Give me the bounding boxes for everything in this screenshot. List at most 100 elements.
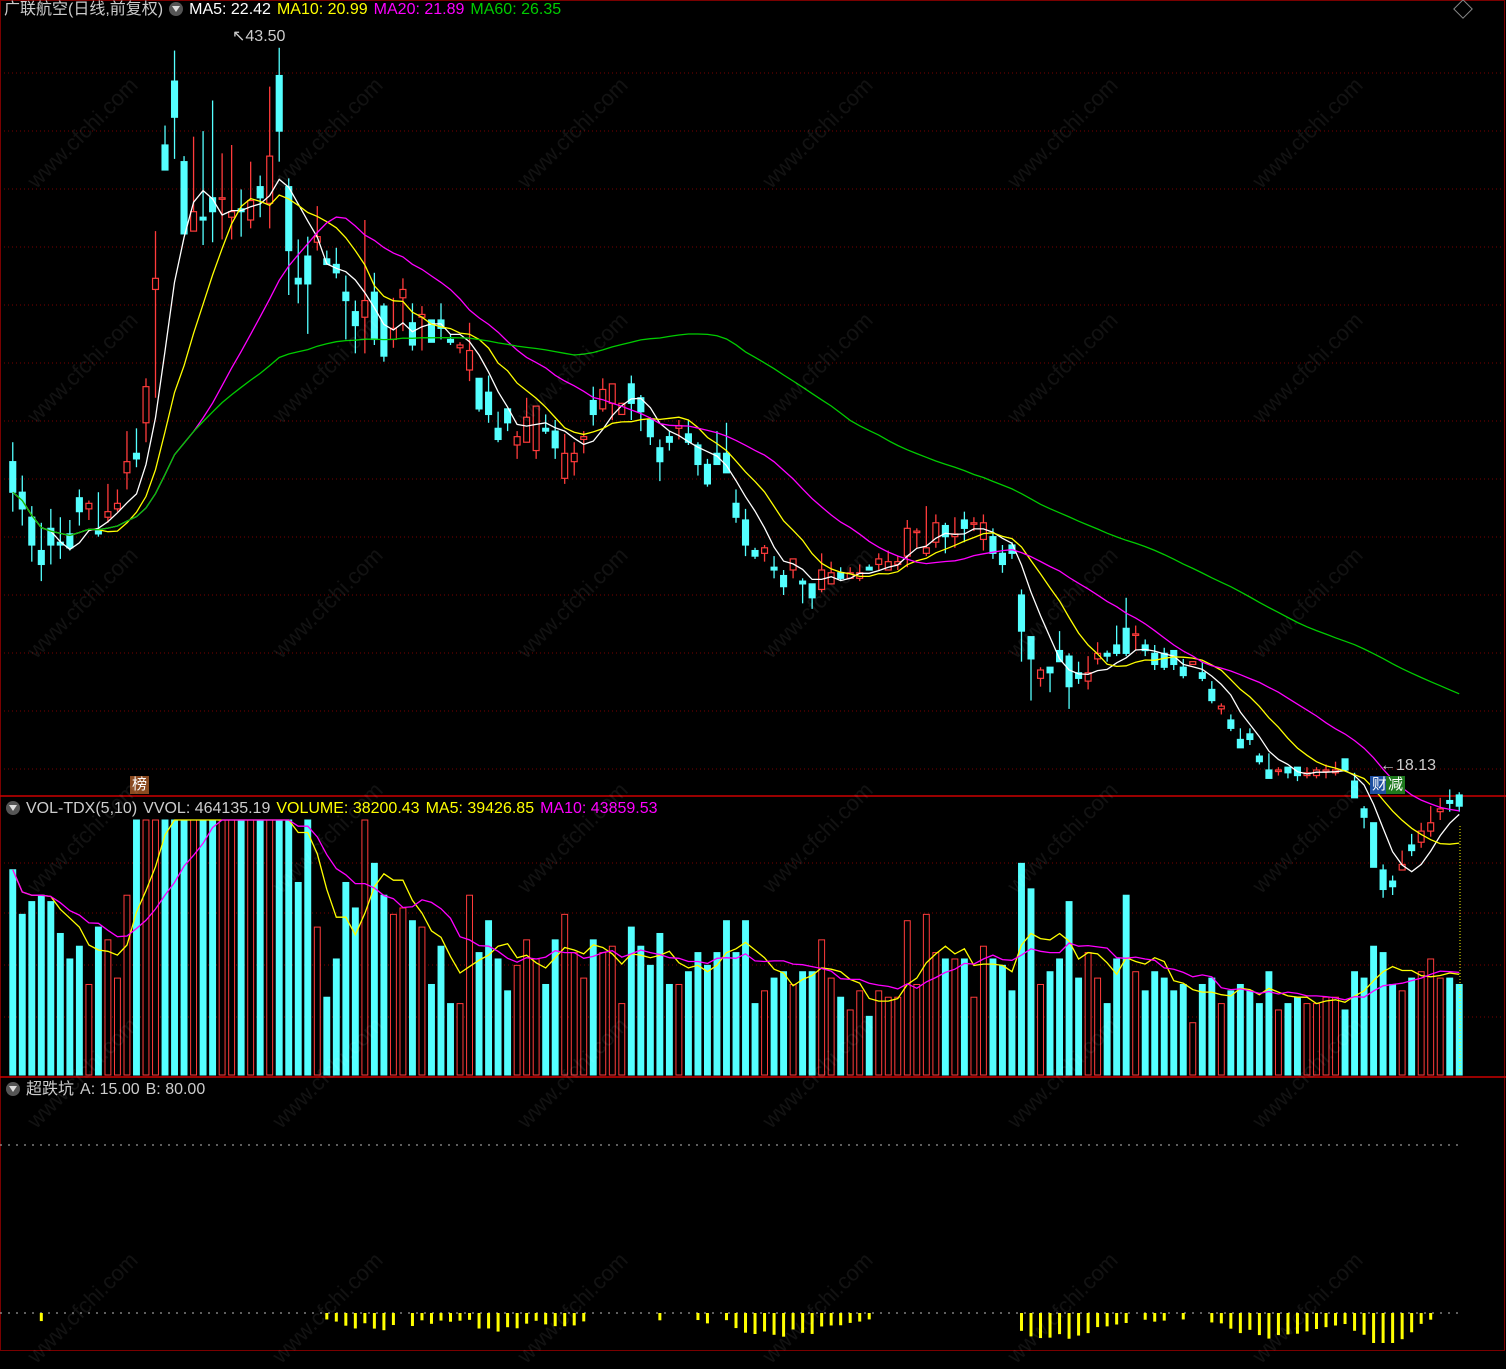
volume-bar-up <box>361 819 369 1076</box>
candle-up <box>913 530 921 534</box>
volume-bar-down <box>960 958 968 1076</box>
volume-bar-up <box>399 907 407 1076</box>
candle-up <box>580 436 588 441</box>
indicator-bar <box>1067 1313 1071 1339</box>
volume-bar-up <box>675 983 683 1076</box>
candle-down <box>180 161 188 235</box>
indicator-name: 超跌坑 <box>26 1081 75 1098</box>
tag-jian[interactable]: 减 <box>1386 776 1406 794</box>
volume-bar-down <box>1170 990 1178 1076</box>
volume-bar-down <box>637 945 645 1076</box>
indicator-bar <box>1029 1313 1033 1337</box>
volume-bar-down <box>171 819 178 1076</box>
volume-bar-down <box>428 983 435 1076</box>
volume-bar-down <box>323 996 331 1076</box>
candle-up <box>760 547 769 554</box>
volume-bar-down <box>1446 977 1454 1076</box>
volume-bar-down <box>1255 1003 1263 1076</box>
volume-bar-down <box>542 983 550 1076</box>
indicator-bar <box>506 1313 510 1328</box>
volume-bar-down <box>1351 971 1359 1076</box>
volume-bar-down <box>1246 990 1254 1076</box>
volume-bar-down <box>485 920 493 1076</box>
volume-bar-down <box>1370 945 1378 1076</box>
volume-bar-up <box>827 977 835 1076</box>
candle-up <box>1189 661 1197 666</box>
candle-up <box>523 416 531 443</box>
indicator-bar <box>867 1313 871 1320</box>
candle-up <box>970 522 978 525</box>
volume-bar-up <box>1436 977 1444 1076</box>
dropdown-icon[interactable] <box>169 2 184 16</box>
volume-bar-down <box>837 996 845 1076</box>
volume-bar-up <box>1132 971 1140 1076</box>
volume-bar-up <box>266 819 274 1076</box>
candle-down <box>665 436 673 443</box>
candle-down <box>998 552 1007 566</box>
candle-up <box>1217 705 1225 710</box>
candle-down <box>1446 799 1454 804</box>
indicator-bar <box>1105 1313 1109 1327</box>
candle-down <box>1208 688 1216 702</box>
volume-bar-up <box>580 977 588 1076</box>
volume-bar-up <box>313 926 321 1076</box>
dropdown-icon[interactable] <box>6 801 20 815</box>
volume-bar-down <box>627 926 635 1076</box>
volume-bar-up <box>1417 971 1425 1076</box>
tag-bang[interactable]: 榜 <box>130 776 150 794</box>
volume-bar-up <box>1274 1009 1282 1076</box>
indicator-header: 超跌坑 A: 15.00 B: 80.00 <box>6 1080 211 1100</box>
dropdown-icon[interactable] <box>6 1082 20 1096</box>
volume-bar-down <box>723 920 730 1076</box>
indicator-bar <box>525 1313 529 1324</box>
candle-up <box>465 349 474 371</box>
indicator-bar <box>1429 1313 1433 1320</box>
indicator-bar <box>658 1313 662 1321</box>
indicator-bar <box>1229 1313 1233 1329</box>
volume-bar-down <box>66 958 74 1076</box>
candle-down <box>446 338 455 343</box>
indicator-bar <box>1019 1313 1023 1331</box>
indicator-bar <box>1096 1313 1100 1328</box>
volume-bar-up <box>142 819 150 1076</box>
volume-bar-up <box>247 819 255 1076</box>
indicator-bar <box>1143 1313 1147 1320</box>
volume-bar-up <box>913 983 921 1076</box>
volume-bar-down <box>1455 983 1463 1076</box>
volume-bar-down <box>133 819 140 1076</box>
volume-bar-up <box>218 819 226 1076</box>
indicator-bar <box>734 1313 738 1329</box>
candle-up <box>247 199 255 221</box>
candle-up <box>827 572 835 585</box>
high-price-note: ↖43.50 <box>232 28 286 45</box>
candle-down <box>494 427 502 441</box>
volume-bar-up <box>922 913 930 1076</box>
volume-bar-down <box>304 819 312 1076</box>
volume-bar-up <box>818 939 826 1076</box>
volume-bar-down <box>1408 977 1416 1076</box>
candle-up <box>218 197 226 200</box>
candle-down <box>370 291 378 341</box>
indicator-bar <box>1248 1313 1252 1330</box>
candle-down <box>132 452 141 460</box>
indicator-bar <box>820 1313 824 1327</box>
kline-chart[interactable] <box>0 0 1506 1352</box>
candle-down <box>589 399 597 416</box>
candle-down <box>380 305 388 357</box>
volume-bar-up <box>523 939 531 1076</box>
volume-bar-up <box>513 964 521 1076</box>
volume-bar-down <box>1113 958 1121 1076</box>
candle-down <box>703 463 712 485</box>
indicator-bar <box>391 1313 395 1326</box>
candle-down <box>170 80 179 118</box>
volume-bar-down <box>447 1003 454 1076</box>
indicator-bar <box>772 1313 776 1335</box>
volume-bar-down <box>285 819 293 1076</box>
candle-up <box>85 502 93 510</box>
candle-up <box>104 511 112 518</box>
candle-down <box>1370 822 1378 868</box>
vol-ma5-label: MA5: 39426.85 <box>425 800 535 817</box>
candle-down <box>1160 652 1168 668</box>
ma5-line <box>12 178 1460 873</box>
candle-down <box>199 216 207 221</box>
